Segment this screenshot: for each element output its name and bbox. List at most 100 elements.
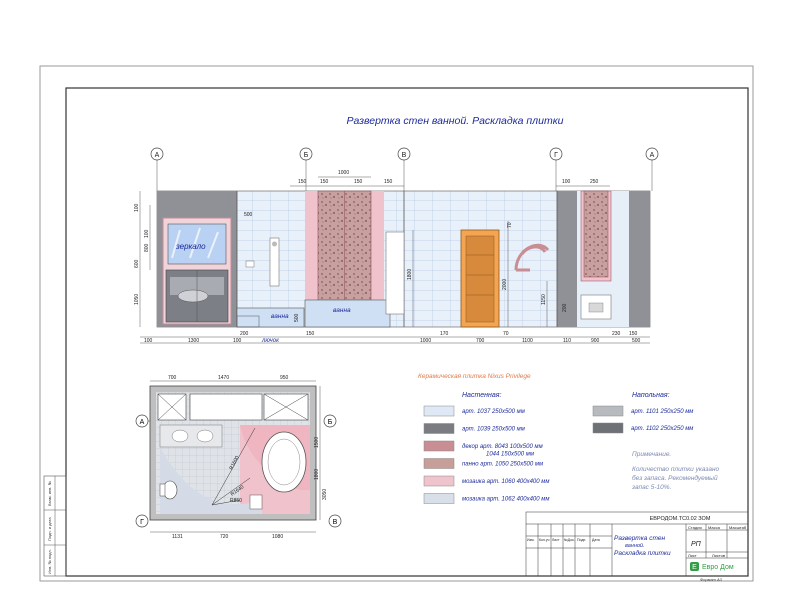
plan-dim-side-3: 3050 bbox=[322, 489, 328, 500]
drawing-title: Развертка стен ванной. Раскладка плитки bbox=[347, 115, 564, 127]
dim-left-2: 100 bbox=[144, 229, 150, 238]
dim-left-5: 1050 bbox=[134, 294, 140, 305]
stamp-head-3: Лист bbox=[552, 538, 560, 542]
legend-wall-swatch-0 bbox=[423, 405, 455, 417]
bathtub-plan bbox=[261, 431, 307, 493]
dim-top-1: 150 bbox=[298, 179, 307, 185]
stamp-head-1: Изм. bbox=[527, 538, 535, 542]
plan-radius-3: R850 bbox=[230, 498, 242, 504]
plan-dim-top-3: 950 bbox=[280, 375, 289, 381]
legend-floor-title: Напольная: bbox=[632, 392, 670, 399]
legend-wall-label-2: декор арт. 8043 100x500 мм bbox=[462, 444, 543, 450]
dim-bot-7: 170 bbox=[440, 331, 449, 337]
wall-elevation: зеркало ванна ванна лючок bbox=[156, 190, 651, 344]
dim-bot-8: 700 bbox=[476, 338, 485, 344]
legend-wall-swatch-2 bbox=[423, 440, 455, 452]
dim-bot-4: 100 bbox=[233, 338, 242, 344]
plan-dim-top-1: 700 bbox=[168, 375, 177, 381]
stamp-head-2: Кол.уч bbox=[539, 538, 550, 542]
dim-mid-7: 200 bbox=[562, 303, 568, 312]
dim-mid-2: 1800 bbox=[407, 269, 413, 280]
dim-bot-15: 150 bbox=[629, 331, 638, 337]
legend-wall-swatch-1 bbox=[423, 423, 455, 434]
stamp-head-4: №Док. bbox=[564, 538, 575, 542]
legend-wall-label-6: мозаика арт. 1062 400x400 мм bbox=[462, 497, 549, 503]
plan-marker-g: Г bbox=[140, 519, 144, 526]
legend-wall-swatch-5 bbox=[423, 475, 455, 487]
legend-floor-label-0: арт. 1101 250x250 мм bbox=[631, 409, 693, 415]
note-title: Примечание. bbox=[632, 451, 671, 458]
dim-bot-3: 200 bbox=[240, 331, 249, 337]
dim-bot-13: 230 bbox=[612, 331, 621, 337]
dim-top-4: 150 bbox=[354, 179, 363, 185]
dim-bot-9: 70 bbox=[503, 331, 509, 337]
bath-label-2: ванна bbox=[333, 307, 351, 314]
legend-wall-label-4: панно арт. 1050 250x500 мм bbox=[462, 462, 543, 468]
stamp-col-2: Масса bbox=[708, 525, 721, 530]
axis-marker-4: Г bbox=[554, 152, 558, 159]
side-stamp-3: Инв. № подл. bbox=[47, 549, 52, 574]
axis-marker-5: А bbox=[650, 152, 655, 159]
stamp-name-2: ванной. bbox=[625, 542, 645, 549]
legend-wall-label-0: арт. 1037 250x500 мм bbox=[462, 409, 525, 415]
plan-dim-bot-1: 1131 bbox=[172, 534, 183, 540]
legend-floor-swatch-1 bbox=[592, 422, 624, 434]
drawing-sheet: Взам. инв. № Подп. и дата Инв. № подл. Р… bbox=[39, 65, 754, 582]
dim-top-7: 250 bbox=[590, 179, 599, 185]
dim-bot-1: 100 bbox=[144, 338, 153, 344]
dim-mid-3: 500 bbox=[294, 313, 300, 322]
dim-top-3: 150 bbox=[320, 179, 329, 185]
note-line-3: запас 5-10%. bbox=[631, 484, 672, 491]
stamp-name-3: Раскладка плитки bbox=[614, 549, 671, 557]
grey-tile-zone-3 bbox=[629, 191, 650, 327]
plan-dim-bot-2: 720 bbox=[220, 534, 229, 540]
stamp-format: Формат А3 bbox=[700, 577, 723, 582]
note-line-1: Количество плитки указано bbox=[632, 466, 720, 473]
legend-wall-label-3: 1044 150x500 мм bbox=[486, 452, 534, 458]
legend-header: Керамическая плитка Nixus Privilege bbox=[418, 373, 531, 380]
plan-marker-v: В bbox=[333, 519, 338, 526]
side-stamp-1: Взам. инв. № bbox=[47, 481, 52, 506]
bath-label-1: ванна bbox=[271, 313, 289, 320]
side-stamp-2: Подп. и дата bbox=[47, 517, 52, 541]
axis-marker-1: А bbox=[155, 152, 160, 159]
legend-wall-title: Настенная: bbox=[462, 392, 502, 399]
dim-bot-10: 1100 bbox=[522, 338, 533, 344]
dim-top-5: 150 bbox=[384, 179, 393, 185]
stamp-code: ЕВРОДОМ.ТС0.02 ЗОМ bbox=[650, 516, 711, 522]
stamp-company: Евро Дом bbox=[702, 564, 734, 571]
axis-marker-2: Б bbox=[304, 152, 309, 159]
legend-wall-swatch-4 bbox=[423, 458, 455, 469]
legend-floor-swatch-0 bbox=[592, 405, 624, 417]
dim-mid-5: 2000 bbox=[502, 279, 508, 290]
dim-left-4: 600 bbox=[134, 259, 140, 268]
dim-mid-4: 70 bbox=[507, 222, 513, 228]
stamp-name-1: Развертка стен bbox=[614, 535, 665, 542]
plan-marker-b: Б bbox=[328, 419, 333, 426]
note-line-2: без запаса. Рекомендуемый bbox=[632, 474, 718, 482]
mirror-label: зеркало bbox=[175, 242, 206, 251]
stamp-stage: РП bbox=[691, 541, 702, 548]
dim-top-2: 1000 bbox=[338, 170, 349, 176]
legend-floor-label-1: арт. 1102 250x250 мм bbox=[631, 426, 693, 432]
stamp-col-1: Стадия bbox=[688, 525, 702, 530]
dim-bot-11: 110 bbox=[563, 338, 571, 344]
dim-bot-12: 900 bbox=[591, 338, 600, 344]
dim-mid-1: 500 bbox=[244, 212, 253, 218]
dim-bot-6: 1000 bbox=[420, 338, 431, 344]
axis-marker-3: В bbox=[402, 152, 407, 159]
stamp-head-6: Дата bbox=[592, 538, 600, 542]
dim-bot-5: 150 bbox=[306, 331, 315, 337]
dim-mid-6: 1150 bbox=[541, 294, 547, 305]
plan-dim-side-2: 1800 bbox=[314, 469, 320, 480]
dim-bot-14: 500 bbox=[632, 338, 641, 344]
stamp-head-5: Подп. bbox=[577, 538, 586, 542]
legend-wall-label-1: арт. 1039 250x500 мм bbox=[462, 427, 525, 433]
plan-marker-a: А bbox=[140, 419, 145, 426]
stamp-col-3: Масштаб bbox=[729, 525, 747, 530]
plan-dim-top-2: 1470 bbox=[218, 375, 229, 381]
plan-dim-bot-3: 1080 bbox=[272, 534, 283, 540]
legend-wall-label-5: мозаика арт. 1060 400x400 мм bbox=[462, 479, 549, 485]
stamp-sheet: Лист bbox=[688, 553, 697, 558]
plan-dim-side-1: 1500 bbox=[314, 437, 320, 448]
